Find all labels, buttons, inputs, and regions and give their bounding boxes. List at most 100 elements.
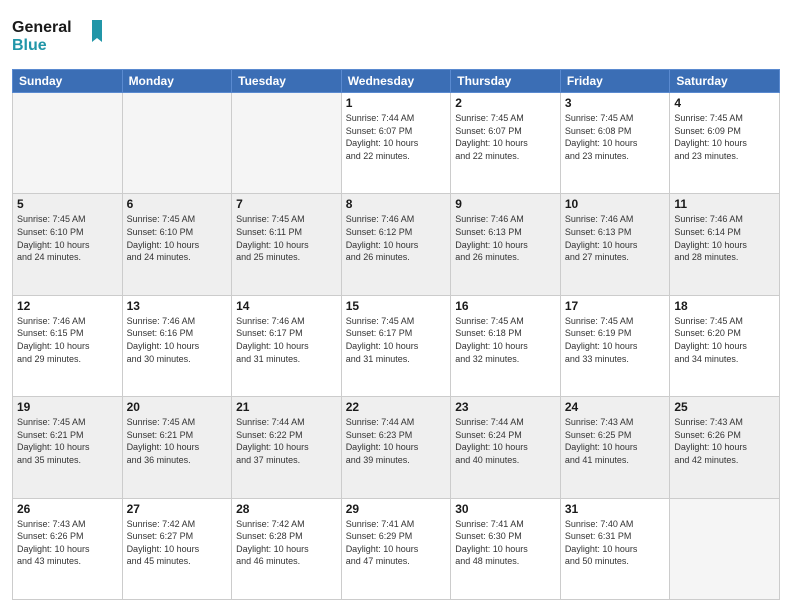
day-info: Sunrise: 7:45 AM Sunset: 6:08 PM Dayligh… — [565, 112, 666, 162]
day-number: 26 — [17, 502, 118, 516]
day-number: 18 — [674, 299, 775, 313]
day-number: 11 — [674, 197, 775, 211]
day-info: Sunrise: 7:45 AM Sunset: 6:19 PM Dayligh… — [565, 315, 666, 365]
calendar-cell: 13 Sunrise: 7:46 AM Sunset: 6:16 PM Dayli… — [122, 295, 232, 396]
day-info: Sunrise: 7:45 AM Sunset: 6:07 PM Dayligh… — [455, 112, 556, 162]
calendar-cell: 25 Sunrise: 7:43 AM Sunset: 6:26 PM Dayli… — [670, 397, 780, 498]
day-info: Sunrise: 7:45 AM Sunset: 6:09 PM Dayligh… — [674, 112, 775, 162]
calendar-cell: 4 Sunrise: 7:45 AM Sunset: 6:09 PM Daylig… — [670, 93, 780, 194]
day-number: 7 — [236, 197, 337, 211]
day-info: Sunrise: 7:45 AM Sunset: 6:20 PM Dayligh… — [674, 315, 775, 365]
calendar-cell: 21 Sunrise: 7:44 AM Sunset: 6:22 PM Dayli… — [232, 397, 342, 498]
day-number: 3 — [565, 96, 666, 110]
day-info: Sunrise: 7:46 AM Sunset: 6:13 PM Dayligh… — [455, 213, 556, 263]
day-info: Sunrise: 7:42 AM Sunset: 6:27 PM Dayligh… — [127, 518, 228, 568]
day-info: Sunrise: 7:44 AM Sunset: 6:07 PM Dayligh… — [346, 112, 447, 162]
day-info: Sunrise: 7:45 AM Sunset: 6:21 PM Dayligh… — [17, 416, 118, 466]
day-info: Sunrise: 7:42 AM Sunset: 6:28 PM Dayligh… — [236, 518, 337, 568]
weekday-header-thursday: Thursday — [451, 70, 561, 93]
week-row-3: 12 Sunrise: 7:46 AM Sunset: 6:15 PM Dayli… — [13, 295, 780, 396]
day-number: 4 — [674, 96, 775, 110]
week-row-1: 1Sunrise: 7:44 AM Sunset: 6:07 PM Daylig… — [13, 93, 780, 194]
calendar-cell: 12 Sunrise: 7:46 AM Sunset: 6:15 PM Dayli… — [13, 295, 123, 396]
day-number: 21 — [236, 400, 337, 414]
day-info: Sunrise: 7:46 AM Sunset: 6:13 PM Dayligh… — [565, 213, 666, 263]
day-info: Sunrise: 7:44 AM Sunset: 6:23 PM Dayligh… — [346, 416, 447, 466]
day-number: 25 — [674, 400, 775, 414]
day-info: Sunrise: 7:45 AM Sunset: 6:11 PM Dayligh… — [236, 213, 337, 263]
calendar-cell — [122, 93, 232, 194]
calendar-cell: 10 Sunrise: 7:46 AM Sunset: 6:13 PM Dayli… — [560, 194, 670, 295]
day-number: 31 — [565, 502, 666, 516]
calendar-cell — [13, 93, 123, 194]
day-number: 24 — [565, 400, 666, 414]
day-info: Sunrise: 7:46 AM Sunset: 6:14 PM Dayligh… — [674, 213, 775, 263]
calendar-cell: 30 Sunrise: 7:41 AM Sunset: 6:30 PM Dayli… — [451, 498, 561, 599]
calendar-cell: 18 Sunrise: 7:45 AM Sunset: 6:20 PM Dayli… — [670, 295, 780, 396]
calendar-cell: 3 Sunrise: 7:45 AM Sunset: 6:08 PM Daylig… — [560, 93, 670, 194]
day-number: 5 — [17, 197, 118, 211]
calendar-cell: 5 Sunrise: 7:45 AM Sunset: 6:10 PM Daylig… — [13, 194, 123, 295]
day-number: 15 — [346, 299, 447, 313]
week-row-2: 5 Sunrise: 7:45 AM Sunset: 6:10 PM Daylig… — [13, 194, 780, 295]
day-number: 8 — [346, 197, 447, 211]
day-number: 6 — [127, 197, 228, 211]
header: General Blue — [12, 12, 780, 61]
calendar-cell: 20 Sunrise: 7:45 AM Sunset: 6:21 PM Dayli… — [122, 397, 232, 498]
day-info: Sunrise: 7:41 AM Sunset: 6:30 PM Dayligh… — [455, 518, 556, 568]
day-info: Sunrise: 7:40 AM Sunset: 6:31 PM Dayligh… — [565, 518, 666, 568]
logo-text: General Blue — [12, 12, 112, 61]
day-number: 20 — [127, 400, 228, 414]
calendar-cell: 23 Sunrise: 7:44 AM Sunset: 6:24 PM Dayli… — [451, 397, 561, 498]
weekday-header-row: SundayMondayTuesdayWednesdayThursdayFrid… — [13, 70, 780, 93]
calendar-cell: 16 Sunrise: 7:45 AM Sunset: 6:18 PM Dayli… — [451, 295, 561, 396]
day-info: Sunrise: 7:45 AM Sunset: 6:10 PM Dayligh… — [127, 213, 228, 263]
day-info: Sunrise: 7:46 AM Sunset: 6:12 PM Dayligh… — [346, 213, 447, 263]
day-number: 30 — [455, 502, 556, 516]
day-info: Sunrise: 7:43 AM Sunset: 6:26 PM Dayligh… — [17, 518, 118, 568]
calendar-cell: 9 Sunrise: 7:46 AM Sunset: 6:13 PM Daylig… — [451, 194, 561, 295]
calendar-cell: 7 Sunrise: 7:45 AM Sunset: 6:11 PM Daylig… — [232, 194, 342, 295]
calendar-cell: 26 Sunrise: 7:43 AM Sunset: 6:26 PM Dayli… — [13, 498, 123, 599]
day-info: Sunrise: 7:44 AM Sunset: 6:24 PM Dayligh… — [455, 416, 556, 466]
calendar-cell: 24Sunrise: 7:43 AM Sunset: 6:25 PM Dayli… — [560, 397, 670, 498]
calendar-cell: 28Sunrise: 7:42 AM Sunset: 6:28 PM Dayli… — [232, 498, 342, 599]
day-number: 23 — [455, 400, 556, 414]
day-number: 12 — [17, 299, 118, 313]
calendar-cell — [670, 498, 780, 599]
week-row-5: 26 Sunrise: 7:43 AM Sunset: 6:26 PM Dayli… — [13, 498, 780, 599]
weekday-header-monday: Monday — [122, 70, 232, 93]
calendar-cell: 14 Sunrise: 7:46 AM Sunset: 6:17 PM Dayli… — [232, 295, 342, 396]
day-number: 22 — [346, 400, 447, 414]
weekday-header-friday: Friday — [560, 70, 670, 93]
day-info: Sunrise: 7:45 AM Sunset: 6:21 PM Dayligh… — [127, 416, 228, 466]
day-info: Sunrise: 7:46 AM Sunset: 6:16 PM Dayligh… — [127, 315, 228, 365]
day-number: 13 — [127, 299, 228, 313]
day-info: Sunrise: 7:45 AM Sunset: 6:18 PM Dayligh… — [455, 315, 556, 365]
calendar-cell: 17Sunrise: 7:45 AM Sunset: 6:19 PM Dayli… — [560, 295, 670, 396]
weekday-header-saturday: Saturday — [670, 70, 780, 93]
day-number: 10 — [565, 197, 666, 211]
calendar-cell: 19Sunrise: 7:45 AM Sunset: 6:21 PM Dayli… — [13, 397, 123, 498]
day-info: Sunrise: 7:46 AM Sunset: 6:17 PM Dayligh… — [236, 315, 337, 365]
weekday-header-tuesday: Tuesday — [232, 70, 342, 93]
day-number: 16 — [455, 299, 556, 313]
svg-text:General: General — [12, 19, 72, 36]
calendar-cell: 15Sunrise: 7:45 AM Sunset: 6:17 PM Dayli… — [341, 295, 451, 396]
calendar-table: SundayMondayTuesdayWednesdayThursdayFrid… — [12, 69, 780, 600]
day-number: 2 — [455, 96, 556, 110]
logo: General Blue — [12, 12, 112, 61]
day-info: Sunrise: 7:43 AM Sunset: 6:26 PM Dayligh… — [674, 416, 775, 466]
day-info: Sunrise: 7:44 AM Sunset: 6:22 PM Dayligh… — [236, 416, 337, 466]
weekday-header-wednesday: Wednesday — [341, 70, 451, 93]
calendar-cell: 6 Sunrise: 7:45 AM Sunset: 6:10 PM Daylig… — [122, 194, 232, 295]
day-info: Sunrise: 7:46 AM Sunset: 6:15 PM Dayligh… — [17, 315, 118, 365]
day-number: 14 — [236, 299, 337, 313]
calendar-cell — [232, 93, 342, 194]
week-row-4: 19Sunrise: 7:45 AM Sunset: 6:21 PM Dayli… — [13, 397, 780, 498]
day-number: 27 — [127, 502, 228, 516]
calendar-cell: 27 Sunrise: 7:42 AM Sunset: 6:27 PM Dayli… — [122, 498, 232, 599]
day-number: 9 — [455, 197, 556, 211]
calendar-cell: 8 Sunrise: 7:46 AM Sunset: 6:12 PM Daylig… — [341, 194, 451, 295]
day-info: Sunrise: 7:45 AM Sunset: 6:10 PM Dayligh… — [17, 213, 118, 263]
